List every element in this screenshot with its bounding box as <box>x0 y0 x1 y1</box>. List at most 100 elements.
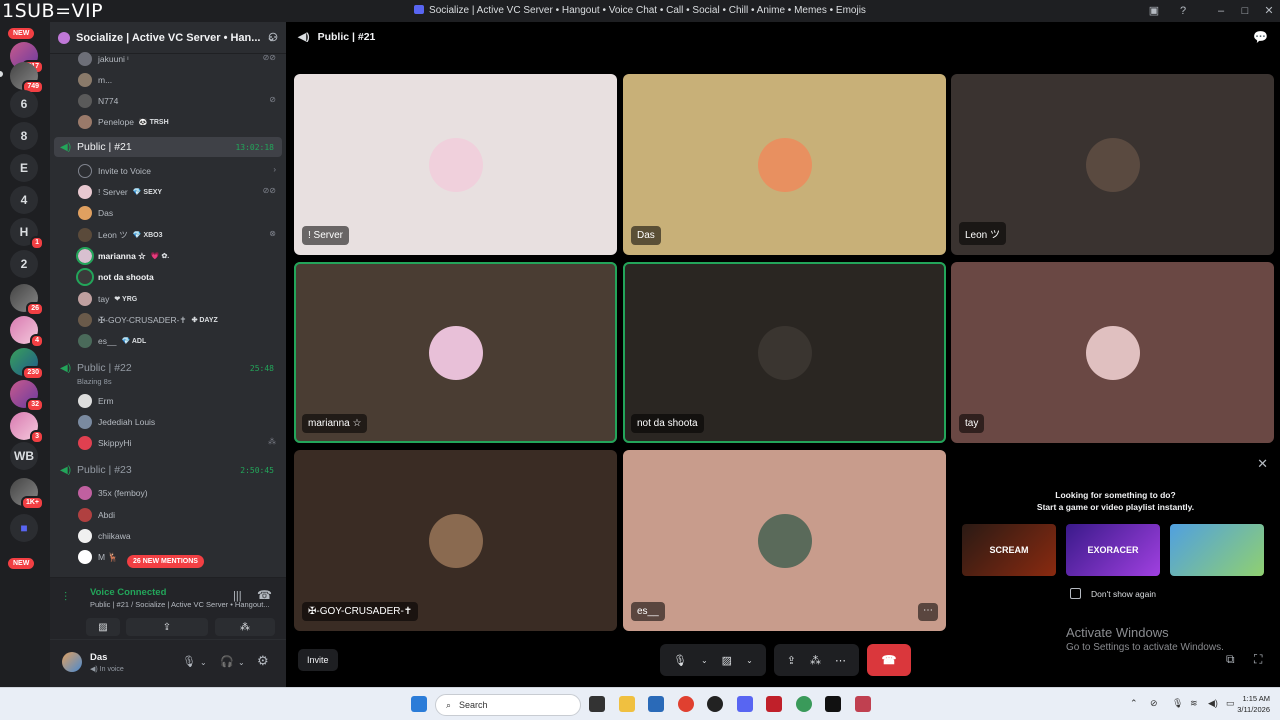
server-icon-4[interactable]: 8 <box>10 122 38 150</box>
microphone-icon[interactable]: 🎙 <box>182 655 196 668</box>
headphones-icon[interactable]: 🎧 <box>220 655 234 668</box>
windows-start-icon[interactable] <box>411 696 427 712</box>
battery-icon[interactable]: ▭ <box>1226 698 1235 709</box>
voice-user[interactable]: marianna ☆ 💗 ✿. <box>76 247 169 265</box>
chevron-down-icon[interactable]: ⌄ <box>701 656 708 665</box>
voice-user[interactable]: Leon ツ 💎 XBO3 <box>78 228 163 242</box>
server-icon-7[interactable]: H1 <box>10 218 44 250</box>
camera-off-button[interactable]: ▨ <box>86 618 120 636</box>
fullscreen-icon[interactable]: ⛶ <box>1254 652 1262 667</box>
video-tile[interactable]: not da shoota <box>623 262 946 443</box>
camera-off-icon[interactable]: ▨ <box>722 654 732 667</box>
acrobat-icon[interactable] <box>766 696 782 712</box>
voice-user[interactable]: es__ 💎 ADL <box>78 334 146 348</box>
server-icon-2[interactable]: 749 <box>10 62 44 94</box>
voice-user[interactable]: Das <box>78 206 113 220</box>
activities-icon[interactable]: ⁂ <box>810 654 821 667</box>
voice-user[interactable]: SkippyHi <box>78 436 132 450</box>
add-member-icon[interactable]: ⚇ <box>268 31 278 44</box>
server-icon-12[interactable]: 32 <box>10 380 44 412</box>
clock[interactable]: 1:15 AM 3/11/2026 <box>1237 693 1270 715</box>
search-input[interactable]: ⌕ Search <box>435 694 581 716</box>
user-name[interactable]: Das <box>90 652 107 663</box>
voice-user[interactable]: chiikawa <box>78 529 131 543</box>
voice-location[interactable]: Public | #21 / Socialize | Active VC Ser… <box>90 600 270 609</box>
signal-icon[interactable]: ⫶ <box>64 590 67 605</box>
chat-icon[interactable]: 💬 <box>1253 30 1268 44</box>
video-tile[interactable]: tay <box>951 262 1274 443</box>
voice-user[interactable]: Penelope 🐼 TRSH <box>78 115 169 129</box>
discord-icon[interactable] <box>737 696 753 712</box>
voice-status[interactable]: Voice Connected <box>90 587 166 598</box>
voice-channel-public-21[interactable]: ◀) Public | #21 13:02:18 <box>54 137 282 157</box>
server-icon-6[interactable]: 4 <box>10 186 38 214</box>
voice-user[interactable]: Abdi <box>78 508 115 522</box>
voice-user[interactable]: Jedediah Louis <box>78 415 155 429</box>
activities-button[interactable]: ⁂ <box>215 618 275 636</box>
voice-user[interactable]: not da shoota <box>76 268 154 286</box>
maximize-icon[interactable]: □ <box>1238 4 1252 18</box>
checkbox[interactable] <box>1070 588 1081 599</box>
app-icon[interactable] <box>855 696 871 712</box>
inbox-icon[interactable]: ▣ <box>1147 4 1161 18</box>
microphone-icon[interactable]: 🎙 <box>673 654 687 667</box>
close-icon[interactable]: ✕ <box>1262 4 1276 18</box>
video-tile[interactable]: Leon ツ <box>951 74 1274 255</box>
video-tile[interactable]: ! Server <box>294 74 617 255</box>
game-card-exoracer[interactable]: EXORACER <box>1066 524 1160 576</box>
network-icon[interactable]: ⊘ <box>1150 698 1158 709</box>
server-icon-14[interactable]: WB <box>10 442 38 470</box>
voice-user[interactable]: 35x (femboy) <box>78 486 148 500</box>
chevron-down-icon[interactable]: ⌄ <box>238 658 245 667</box>
file-explorer-icon[interactable] <box>619 696 635 712</box>
video-tile[interactable]: es__ ⋯ <box>623 450 946 631</box>
app-icon[interactable] <box>707 696 723 712</box>
voice-user[interactable]: ! Server 💎 SEXY <box>78 185 162 199</box>
gear-icon[interactable]: ⚙ <box>257 653 269 669</box>
more-icon[interactable]: ⋯ <box>835 654 846 667</box>
more-icon[interactable]: ⋯ <box>918 603 938 621</box>
invite-button[interactable]: Invite <box>298 649 338 671</box>
game-card-3[interactable] <box>1170 524 1264 576</box>
guild-header[interactable]: Socialize | Active VC Server • Han... ⌄ … <box>50 22 286 54</box>
server-icon-13[interactable]: 3 <box>10 412 44 444</box>
chevron-down-icon[interactable]: ⌄ <box>746 656 753 665</box>
video-tile[interactable]: marianna ☆ <box>294 262 617 443</box>
minimize-icon[interactable]: – <box>1214 4 1228 18</box>
disconnect-icon[interactable]: ☎ <box>257 588 272 602</box>
voice-user[interactable]: tay ❤ YRG <box>78 292 137 306</box>
folder-icon[interactable]: ■ <box>10 514 38 542</box>
server-icon-10[interactable]: 4 <box>10 316 44 348</box>
browser-icon[interactable] <box>796 696 812 712</box>
terminal-icon[interactable] <box>825 696 841 712</box>
voice-user[interactable]: jakuuni ᶦ <box>78 52 129 66</box>
voice-user[interactable]: M 🦌 <box>78 550 118 564</box>
end-call-button[interactable]: ☎ <box>867 644 911 676</box>
microphone-icon[interactable]: 🎙 <box>1172 698 1183 709</box>
server-icon-15[interactable]: 1K+ <box>10 478 44 510</box>
mic-control[interactable]: 🎙 ⌄ ▨ ⌄ <box>660 644 766 676</box>
chrome-icon[interactable] <box>678 696 694 712</box>
voice-channel-public-22[interactable]: ◀) Public | #22 25:48 <box>54 358 282 378</box>
help-icon[interactable]: ? <box>1176 4 1190 18</box>
invite-to-voice[interactable]: Invite to Voice <box>78 164 151 178</box>
server-icon-11[interactable]: 230 <box>10 348 44 380</box>
voice-user[interactable]: ✠-GOY-CRUSADER-✝ ✤ DAYZ <box>78 313 218 327</box>
noise-suppression-icon[interactable]: ||| <box>233 590 242 602</box>
volume-icon[interactable]: ◀) <box>1208 698 1218 709</box>
voice-channel-public-23[interactable]: ◀) Public | #23 2:50:45 <box>54 460 282 480</box>
share-screen-icon[interactable]: ⇪ <box>787 654 796 667</box>
dont-show-again[interactable]: Don't show again <box>1070 588 1156 599</box>
server-icon-3[interactable]: 6 <box>10 90 38 118</box>
voice-user[interactable]: m... <box>78 73 112 87</box>
server-icon-5[interactable]: E <box>10 154 38 182</box>
video-tile[interactable]: Das <box>623 74 946 255</box>
server-icon-9[interactable]: 26 <box>10 284 44 316</box>
game-card-scream[interactable]: SCREAM <box>962 524 1056 576</box>
server-icon-8[interactable]: 2 <box>10 250 38 278</box>
voice-user[interactable]: N774 <box>78 94 118 108</box>
share-screen-button[interactable]: ⇪ <box>126 618 208 636</box>
video-tile[interactable]: ✠-GOY-CRUSADER-✝ <box>294 450 617 631</box>
voice-user[interactable]: Erm <box>78 394 114 408</box>
chevron-down-icon[interactable]: ⌄ <box>200 658 207 667</box>
